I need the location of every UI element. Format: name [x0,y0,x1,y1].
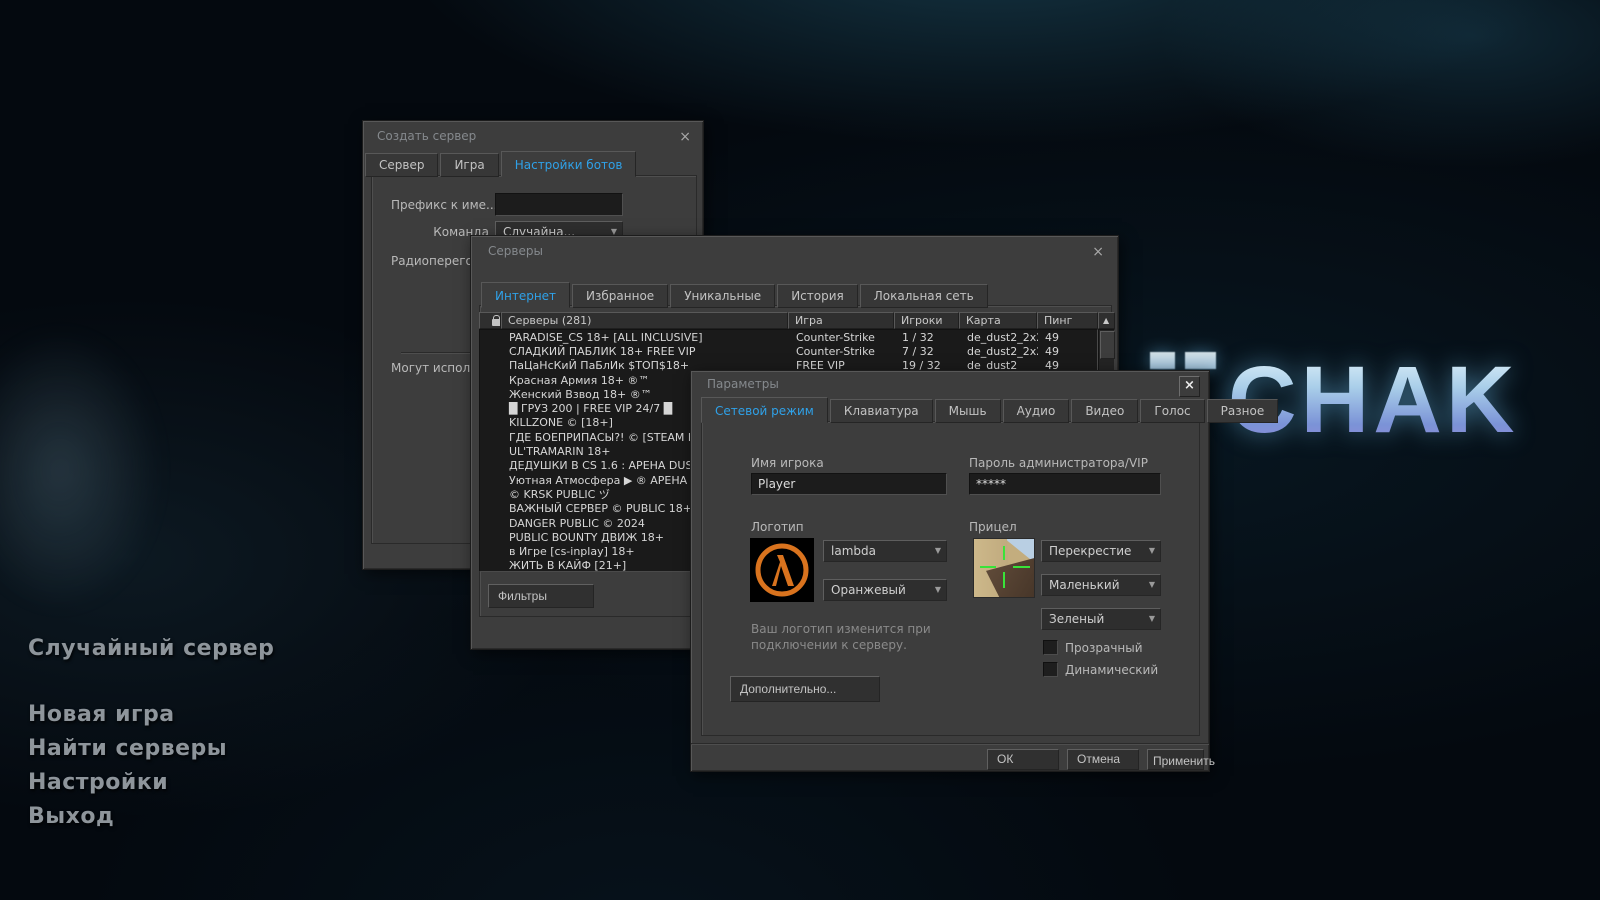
close-icon[interactable]: × [1092,245,1104,259]
radio-label: Радиоперегов [391,254,480,268]
menu-item-4[interactable]: Выход [28,804,274,829]
lambda-logo-preview [750,538,814,602]
tab-0[interactable]: Сетевой режим [701,397,828,423]
crosshair-color-dropdown[interactable]: Зеленый ▼ [1041,608,1161,630]
background-logo-fragment [1185,352,1216,369]
chevron-down-icon: ▼ [1149,580,1155,589]
background-smoke [0,330,160,610]
crosshair-size-dropdown[interactable]: Маленький ▼ [1041,574,1161,596]
tab-4[interactable]: Локальная сеть [860,284,988,308]
tab-3[interactable]: История [777,284,858,308]
cancel-button[interactable]: Отмена [1067,749,1139,770]
tab-0[interactable]: Интернет [481,282,570,308]
map-column-header[interactable]: Карта [959,312,1037,329]
tab-5[interactable]: Голос [1140,399,1204,423]
menu-item-1[interactable]: Новая игра [28,702,274,727]
ping-column-header[interactable]: Пинг [1037,312,1098,329]
logo-color-dropdown[interactable]: Оранжевый ▼ [823,579,947,601]
create-server-title: Создать сервер [377,129,476,143]
logo-label: Логотип [751,520,804,534]
sort-arrow-icon[interactable]: ▲ [1098,312,1115,329]
tab-4[interactable]: Видео [1071,399,1138,423]
dynamic-label: Динамический [1065,663,1158,677]
tab-1[interactable]: Избранное [572,284,668,308]
servers-column-header[interactable]: Серверы (281) [501,312,788,329]
ok-button[interactable]: ОК [987,749,1059,770]
footer-divider [691,743,1209,745]
translucent-label: Прозрачный [1065,641,1143,655]
chevron-down-icon: ▼ [1149,614,1155,623]
options-tabs: Сетевой режимКлавиатураМышьАудиоВидеоГол… [701,397,1278,423]
options-dialog: Параметры × Сетевой режимКлавиатураМышьА… [690,370,1210,772]
servers-title: Серверы [488,244,543,258]
chevron-down-icon: ▼ [935,546,941,555]
game-column-header[interactable]: Игра [788,312,894,329]
tab-3[interactable]: Аудио [1003,399,1070,423]
tab-6[interactable]: Разное [1207,399,1279,423]
background-logo-fragment [1150,352,1175,369]
create-server-tabs: СерверИграНастройки ботов [365,151,636,177]
dynamic-checkbox[interactable] [1043,662,1058,677]
servers-tabs: ИнтернетИзбранноеУникальныеИсторияЛокаль… [481,282,988,308]
admin-password-input[interactable] [969,473,1161,495]
tab-1[interactable]: Игра [440,153,498,177]
crosshair-label: Прицел [969,520,1017,534]
player-name-input[interactable] [751,473,947,495]
player-name-label: Имя игрока [751,456,824,470]
group-divider [401,352,473,354]
prefix-input[interactable] [495,193,623,216]
crosshair-icon [1013,566,1030,568]
options-title: Параметры [707,377,779,391]
prefix-label: Префикс к име... [391,198,489,212]
scrollbar-thumb[interactable] [1100,331,1115,359]
tab-1[interactable]: Клавиатура [830,399,933,423]
chevron-down-icon: ▼ [1149,546,1155,555]
crosshair-icon [1003,546,1005,560]
crosshair-type-dropdown[interactable]: Перекрестие ▼ [1041,540,1161,562]
lock-column-header[interactable] [479,312,501,329]
server-row[interactable]: СЛАДКИЙ ПАБЛИК 18+ FREE VIPCounter-Strik… [480,344,1097,358]
players-column-header[interactable]: Игроки [894,312,959,329]
server-row[interactable]: PARADISE_CS 18+ [ALL INCLUSIVE]Counter-S… [480,330,1097,344]
close-icon[interactable]: × [679,130,691,144]
main-menu: Случайный сервер Новая игра Найти серверы Н… [28,636,274,838]
tab-0[interactable]: Сервер [365,153,438,177]
crosshair-preview [973,538,1035,598]
translucent-checkbox[interactable] [1043,640,1058,655]
tab-2[interactable]: Уникальные [670,284,775,308]
tab-2[interactable]: Мышь [935,399,1001,423]
chevron-down-icon: ▼ [935,585,941,594]
menu-item-2[interactable]: Найти серверы [28,736,274,761]
tab-2[interactable]: Настройки ботов [501,151,637,177]
apply-button[interactable]: Применить [1147,749,1204,770]
logo-model-dropdown[interactable]: lambda ▼ [823,540,947,562]
logo-note: Ваш логотип изменится при подключении к … [751,621,941,653]
crosshair-icon [1003,572,1005,588]
lock-icon [492,319,501,326]
advanced-button[interactable]: Дополнительно... [730,676,880,702]
menu-item-0[interactable]: Случайный сервер [28,636,274,661]
filters-button[interactable]: Фильтры [488,584,594,608]
crosshair-icon [980,566,996,568]
menu-item-3[interactable]: Настройки [28,770,274,795]
admin-password-label: Пароль администратора/VIP [969,456,1148,470]
close-icon[interactable]: × [1179,376,1200,397]
